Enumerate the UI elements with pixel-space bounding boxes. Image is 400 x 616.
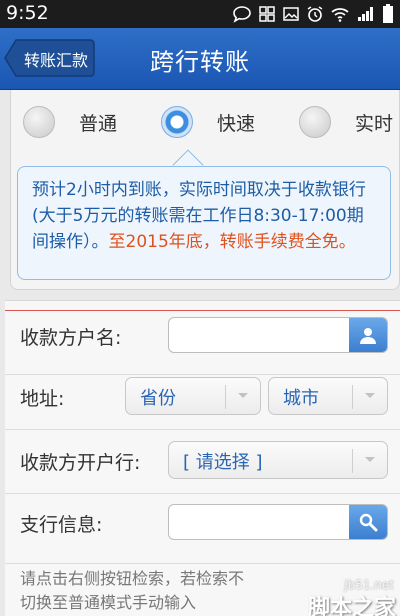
nav-bar: 转账汇款 跨行转账 xyxy=(0,28,400,90)
mode-option-fast[interactable]: 快速 xyxy=(161,102,255,142)
hint-line-1: 请点击右侧按钮检索，若检索不 xyxy=(20,569,245,588)
status-icons xyxy=(232,4,394,24)
chat-icon xyxy=(233,6,251,23)
hint-line-2: 切换至普通模式手动输入 xyxy=(20,593,197,612)
battery-icon xyxy=(383,4,393,23)
branch-search-button[interactable] xyxy=(349,505,387,539)
radio-realtime[interactable] xyxy=(299,106,331,138)
tip-highlight-text: 至2015年底，转账手续费全免。 xyxy=(108,232,356,252)
radio-fast[interactable] xyxy=(161,106,193,138)
province-select-text: 省份 xyxy=(140,388,176,409)
chevron-down-icon xyxy=(238,393,248,398)
branch-search-hint: 请点击右侧按钮检索，若检索不 切换至普通模式手动输入 xyxy=(20,567,244,615)
transfer-mode-options: 普通 快速 实时 xyxy=(11,102,400,142)
city-select[interactable]: 城市 xyxy=(268,377,388,415)
bank-row: 收款方开户行: [ 请选择 ] xyxy=(5,430,400,494)
chevron-down-icon xyxy=(365,457,375,462)
watermark-text: 脚本之家 xyxy=(307,596,396,616)
transfer-tip: 预计2小时内到账，实际时间取决于收款银行(大于5万元的转账需在工作日8:30-1… xyxy=(17,166,391,280)
province-select[interactable]: 省份 xyxy=(125,377,261,415)
mode-label-normal: 普通 xyxy=(79,112,118,135)
wifi-icon xyxy=(331,8,349,22)
bank-label: 收款方开户行: xyxy=(20,452,141,474)
alarm-icon xyxy=(307,6,323,22)
chevron-down-icon xyxy=(365,393,375,398)
bank-select[interactable]: [ 请选择 ] xyxy=(168,441,388,479)
payee-name-input[interactable] xyxy=(168,317,388,353)
city-select-text: 城市 xyxy=(283,388,319,409)
mode-label-realtime: 实时 xyxy=(355,112,394,135)
city-select-divider xyxy=(352,385,353,409)
radio-normal[interactable] xyxy=(23,106,55,138)
search-icon xyxy=(359,513,378,532)
page-title: 跨行转账 xyxy=(150,48,250,76)
branch-row: 支行信息: xyxy=(5,494,400,564)
bank-select-divider xyxy=(352,449,353,473)
contact-picker-button[interactable] xyxy=(349,318,387,352)
bank-select-text: [ 请选择 ] xyxy=(183,452,263,473)
mode-option-normal[interactable]: 普通 xyxy=(23,102,117,142)
branch-input[interactable] xyxy=(168,504,388,540)
transfer-form: 收款方户名: 地址: 省份 城市 收款方开户行: [ 请选择 ] 支行信息: 请… xyxy=(5,300,400,616)
mode-label-fast: 快速 xyxy=(217,112,256,135)
image-icon xyxy=(283,7,299,21)
address-row: 地址: 省份 城市 xyxy=(5,366,400,430)
person-icon xyxy=(360,328,376,344)
payee-name-label: 收款方户名: xyxy=(20,327,122,349)
grid-icon xyxy=(259,6,275,22)
address-label: 地址: xyxy=(20,388,65,410)
signal-icon xyxy=(358,7,373,21)
mode-option-realtime[interactable]: 实时 xyxy=(299,102,393,142)
status-time: 9:52 xyxy=(6,2,49,24)
province-select-divider xyxy=(225,385,226,409)
status-bar: 9:52 xyxy=(0,0,400,28)
transfer-mode-panel: 普通 快速 实时 预计2小时内到账，实际时间取决于收款银行(大于5万元的转账需在… xyxy=(10,90,400,290)
branch-label: 支行信息: xyxy=(20,514,103,536)
